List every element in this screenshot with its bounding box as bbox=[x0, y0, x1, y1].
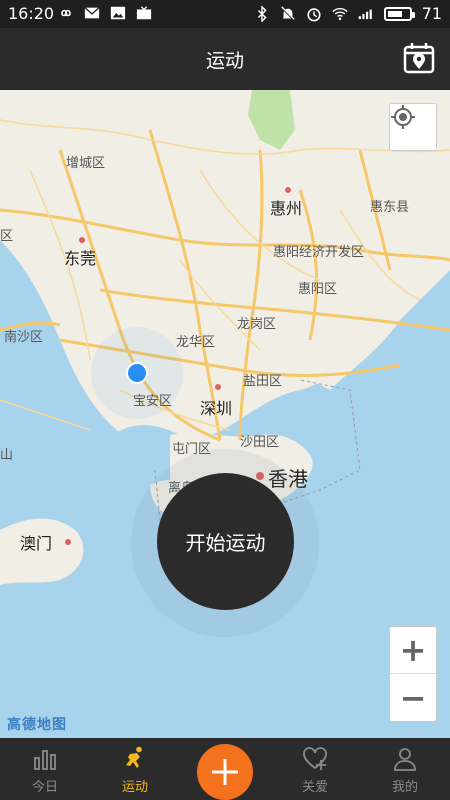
dongguan-dot bbox=[79, 237, 85, 243]
zoom-controls: + − bbox=[389, 626, 437, 722]
zoom-out-button[interactable]: − bbox=[390, 674, 436, 721]
map-provider-logo: 高德地图 bbox=[7, 717, 67, 733]
locate-crosshair-icon bbox=[391, 105, 415, 129]
map-view[interactable]: 增城区 惠州 惠东县 东莞 惠阳经济开发区 惠阳区 南沙区 区 龙岗区 龙华区 … bbox=[0, 90, 450, 738]
alarm-icon bbox=[307, 7, 321, 21]
status-notification-icons bbox=[58, 5, 152, 21]
plus-icon bbox=[212, 759, 238, 785]
mute-bell-icon bbox=[280, 5, 295, 21]
tab-today-label: 今日 bbox=[31, 780, 58, 795]
calendar-button[interactable] bbox=[402, 41, 436, 75]
map-label-zengcheng: 增城区 bbox=[66, 156, 106, 171]
map-label-macau: 澳门 bbox=[20, 534, 53, 553]
wifi-icon bbox=[331, 7, 348, 20]
infinity-icon bbox=[61, 9, 71, 17]
map-label-nansha: 南沙区 bbox=[4, 330, 44, 345]
bar-chart-icon bbox=[34, 750, 56, 770]
map-label-huiyang-econ: 惠阳经济开发区 bbox=[273, 245, 365, 260]
locate-button[interactable] bbox=[389, 103, 437, 151]
forest-area bbox=[248, 90, 295, 150]
mail-icon bbox=[84, 7, 100, 19]
map-label-huizhou: 惠州 bbox=[270, 199, 303, 218]
shenzhen-dot bbox=[215, 384, 221, 390]
person-icon bbox=[394, 748, 416, 771]
macau-dot bbox=[65, 539, 71, 545]
map-label-longgang: 龙岗区 bbox=[237, 317, 277, 332]
map-label-yantian: 盐田区 bbox=[243, 374, 283, 389]
page-title: 运动 bbox=[205, 50, 244, 72]
tab-workout-label: 运动 bbox=[121, 780, 148, 795]
map-label-longhua: 龙华区 bbox=[176, 335, 216, 350]
add-button[interactable] bbox=[197, 744, 253, 800]
map-label-shan: 山 bbox=[0, 448, 14, 463]
tab-care-label: 关爱 bbox=[301, 780, 328, 795]
tab-workout[interactable]: 运动 bbox=[90, 738, 180, 800]
map-label-shatin: 沙田区 bbox=[240, 435, 280, 450]
title-bar: 运动 bbox=[0, 28, 450, 90]
heart-plus-icon bbox=[303, 747, 327, 770]
map-label-shenzhen: 深圳 bbox=[200, 399, 233, 418]
map-label-qu: 区 bbox=[0, 229, 14, 244]
image-icon bbox=[110, 6, 126, 20]
start-workout-button[interactable]: 开始运动 bbox=[157, 473, 294, 610]
tab-me-label: 我的 bbox=[391, 780, 418, 795]
huizhou-dot bbox=[285, 187, 291, 193]
tab-me[interactable]: 我的 bbox=[360, 738, 450, 800]
running-person-icon bbox=[126, 746, 142, 768]
map-label-dongguan: 东莞 bbox=[64, 249, 97, 268]
tab-care[interactable]: 关爱 bbox=[270, 738, 360, 800]
zoom-in-button[interactable]: + bbox=[390, 627, 436, 674]
map-label-baoan: 宝安区 bbox=[133, 394, 173, 409]
battery-level: 71 bbox=[421, 4, 442, 23]
map-label-huidong: 惠东县 bbox=[370, 200, 410, 215]
map-label-huiyang: 惠阳区 bbox=[298, 282, 338, 297]
status-time: 16:20 bbox=[8, 4, 55, 23]
status-system-icons: 71 bbox=[254, 4, 442, 23]
tv-icon bbox=[136, 6, 152, 20]
tab-today[interactable]: 今日 bbox=[0, 738, 90, 800]
battery-icon bbox=[383, 6, 415, 21]
status-bar: 16:20 71 bbox=[0, 0, 450, 28]
signal-icon bbox=[358, 9, 372, 19]
calendar-location-icon bbox=[403, 43, 435, 74]
bluetooth-icon bbox=[257, 5, 267, 22]
